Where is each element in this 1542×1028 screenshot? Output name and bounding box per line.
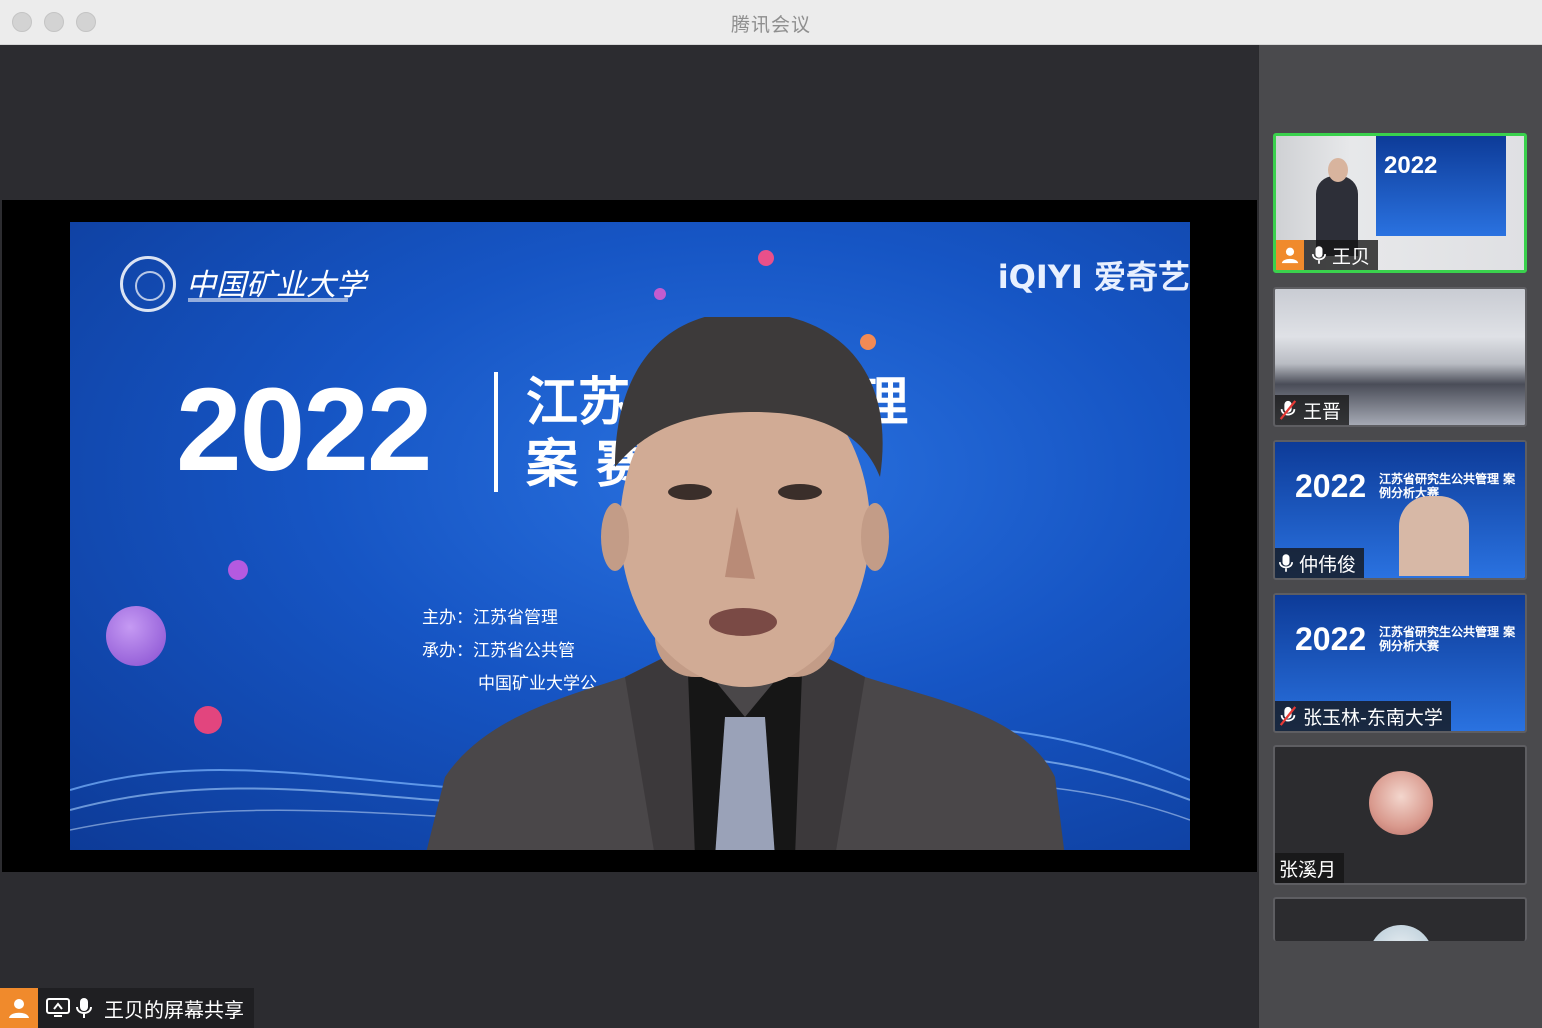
avatar: [0, 988, 38, 1028]
participant-label: 张玉林-东南大学: [1275, 701, 1451, 731]
shared-screen-video[interactable]: 中国矿业大学 iQIYI 爱奇艺 2022 江苏 生公共管理 案 赛 主办：江苏…: [2, 200, 1257, 872]
tile-screen: 2022: [1376, 136, 1506, 236]
avatar: [1276, 240, 1304, 270]
participant-tile[interactable]: 2022 江苏省研究生公共管理 案例分析大赛 仲伟俊: [1273, 440, 1527, 580]
participant-label: 王贝: [1276, 240, 1379, 270]
participant-tile[interactable]: 2022 江苏省研究生公共管理 案例分析大赛 张玉林-东南大学: [1273, 593, 1527, 733]
university-seal-icon: [120, 256, 176, 312]
tile-slide-title: 江苏省研究生公共管理 案例分析大赛: [1379, 472, 1516, 500]
standing-person-head: [1328, 158, 1348, 182]
decor-dot: [758, 250, 774, 266]
participant-face: [1399, 496, 1469, 576]
participant-name: 王晋: [1303, 400, 1342, 423]
participant-panel: 2022 王贝 王晋 2022 江苏省研究生公共管理 案例分析大赛 仲伟俊 20…: [1259, 45, 1542, 1028]
participant-tile[interactable]: 张溪月: [1273, 745, 1527, 885]
participant-name: 张溪月: [1279, 858, 1337, 881]
participant-label: 仲伟俊: [1275, 548, 1365, 578]
tile-slide-year: 2022: [1384, 152, 1438, 179]
presentation-slide: 中国矿业大学 iQIYI 爱奇艺 2022 江苏 生公共管理 案 赛 主办：江苏…: [70, 222, 1190, 850]
iqiyi-logo: iQIYI 爱奇艺: [997, 258, 1190, 296]
main-stage: 中国矿业大学 iQIYI 爱奇艺 2022 江苏 生公共管理 案 赛 主办：江苏…: [0, 45, 1258, 1028]
window-title: 腾讯会议: [730, 14, 811, 36]
participant-label: 张溪月: [1275, 853, 1345, 883]
decor-dot: [654, 288, 666, 300]
slide-year: 2022: [176, 364, 433, 496]
tile-slide-title: 江苏省研究生公共管理 案例分析大赛: [1379, 625, 1516, 653]
screen-share-badge[interactable]: 王贝的屏幕共享: [0, 988, 254, 1028]
microphone-icon: [1312, 245, 1326, 265]
decor-dot: [106, 606, 166, 666]
participant-tile[interactable]: 2022 王贝: [1273, 133, 1527, 273]
title-bar: 腾讯会议: [0, 0, 1542, 45]
participant-name: 仲伟俊: [1299, 553, 1357, 576]
screen-share-icon: [46, 997, 70, 1019]
screen-share-label: 王贝的屏幕共享: [104, 997, 244, 1022]
microphone-icon: [1279, 553, 1293, 573]
participant-name: 王贝: [1332, 245, 1371, 268]
participant-name: 张玉林-东南大学: [1303, 706, 1443, 729]
participant-label: 王晋: [1275, 395, 1350, 425]
person-icon: [9, 999, 29, 1018]
participant-tile[interactable]: 王晋: [1273, 287, 1527, 427]
avatar: [1369, 771, 1433, 835]
tile-slide-year: 2022: [1295, 468, 1367, 504]
decor-dot: [228, 560, 248, 580]
speaker-video: [426, 317, 1065, 850]
tile-slide-year: 2022: [1295, 621, 1367, 657]
microphone-muted-icon: [1279, 400, 1297, 420]
microphone-muted-icon: [1279, 706, 1297, 726]
avatar: [1369, 925, 1433, 941]
person-icon: [1281, 247, 1299, 264]
university-subtitle-line: [188, 298, 348, 302]
microphone-icon: [76, 997, 92, 1019]
participant-tile[interactable]: [1273, 897, 1527, 941]
decor-dot: [194, 706, 222, 734]
